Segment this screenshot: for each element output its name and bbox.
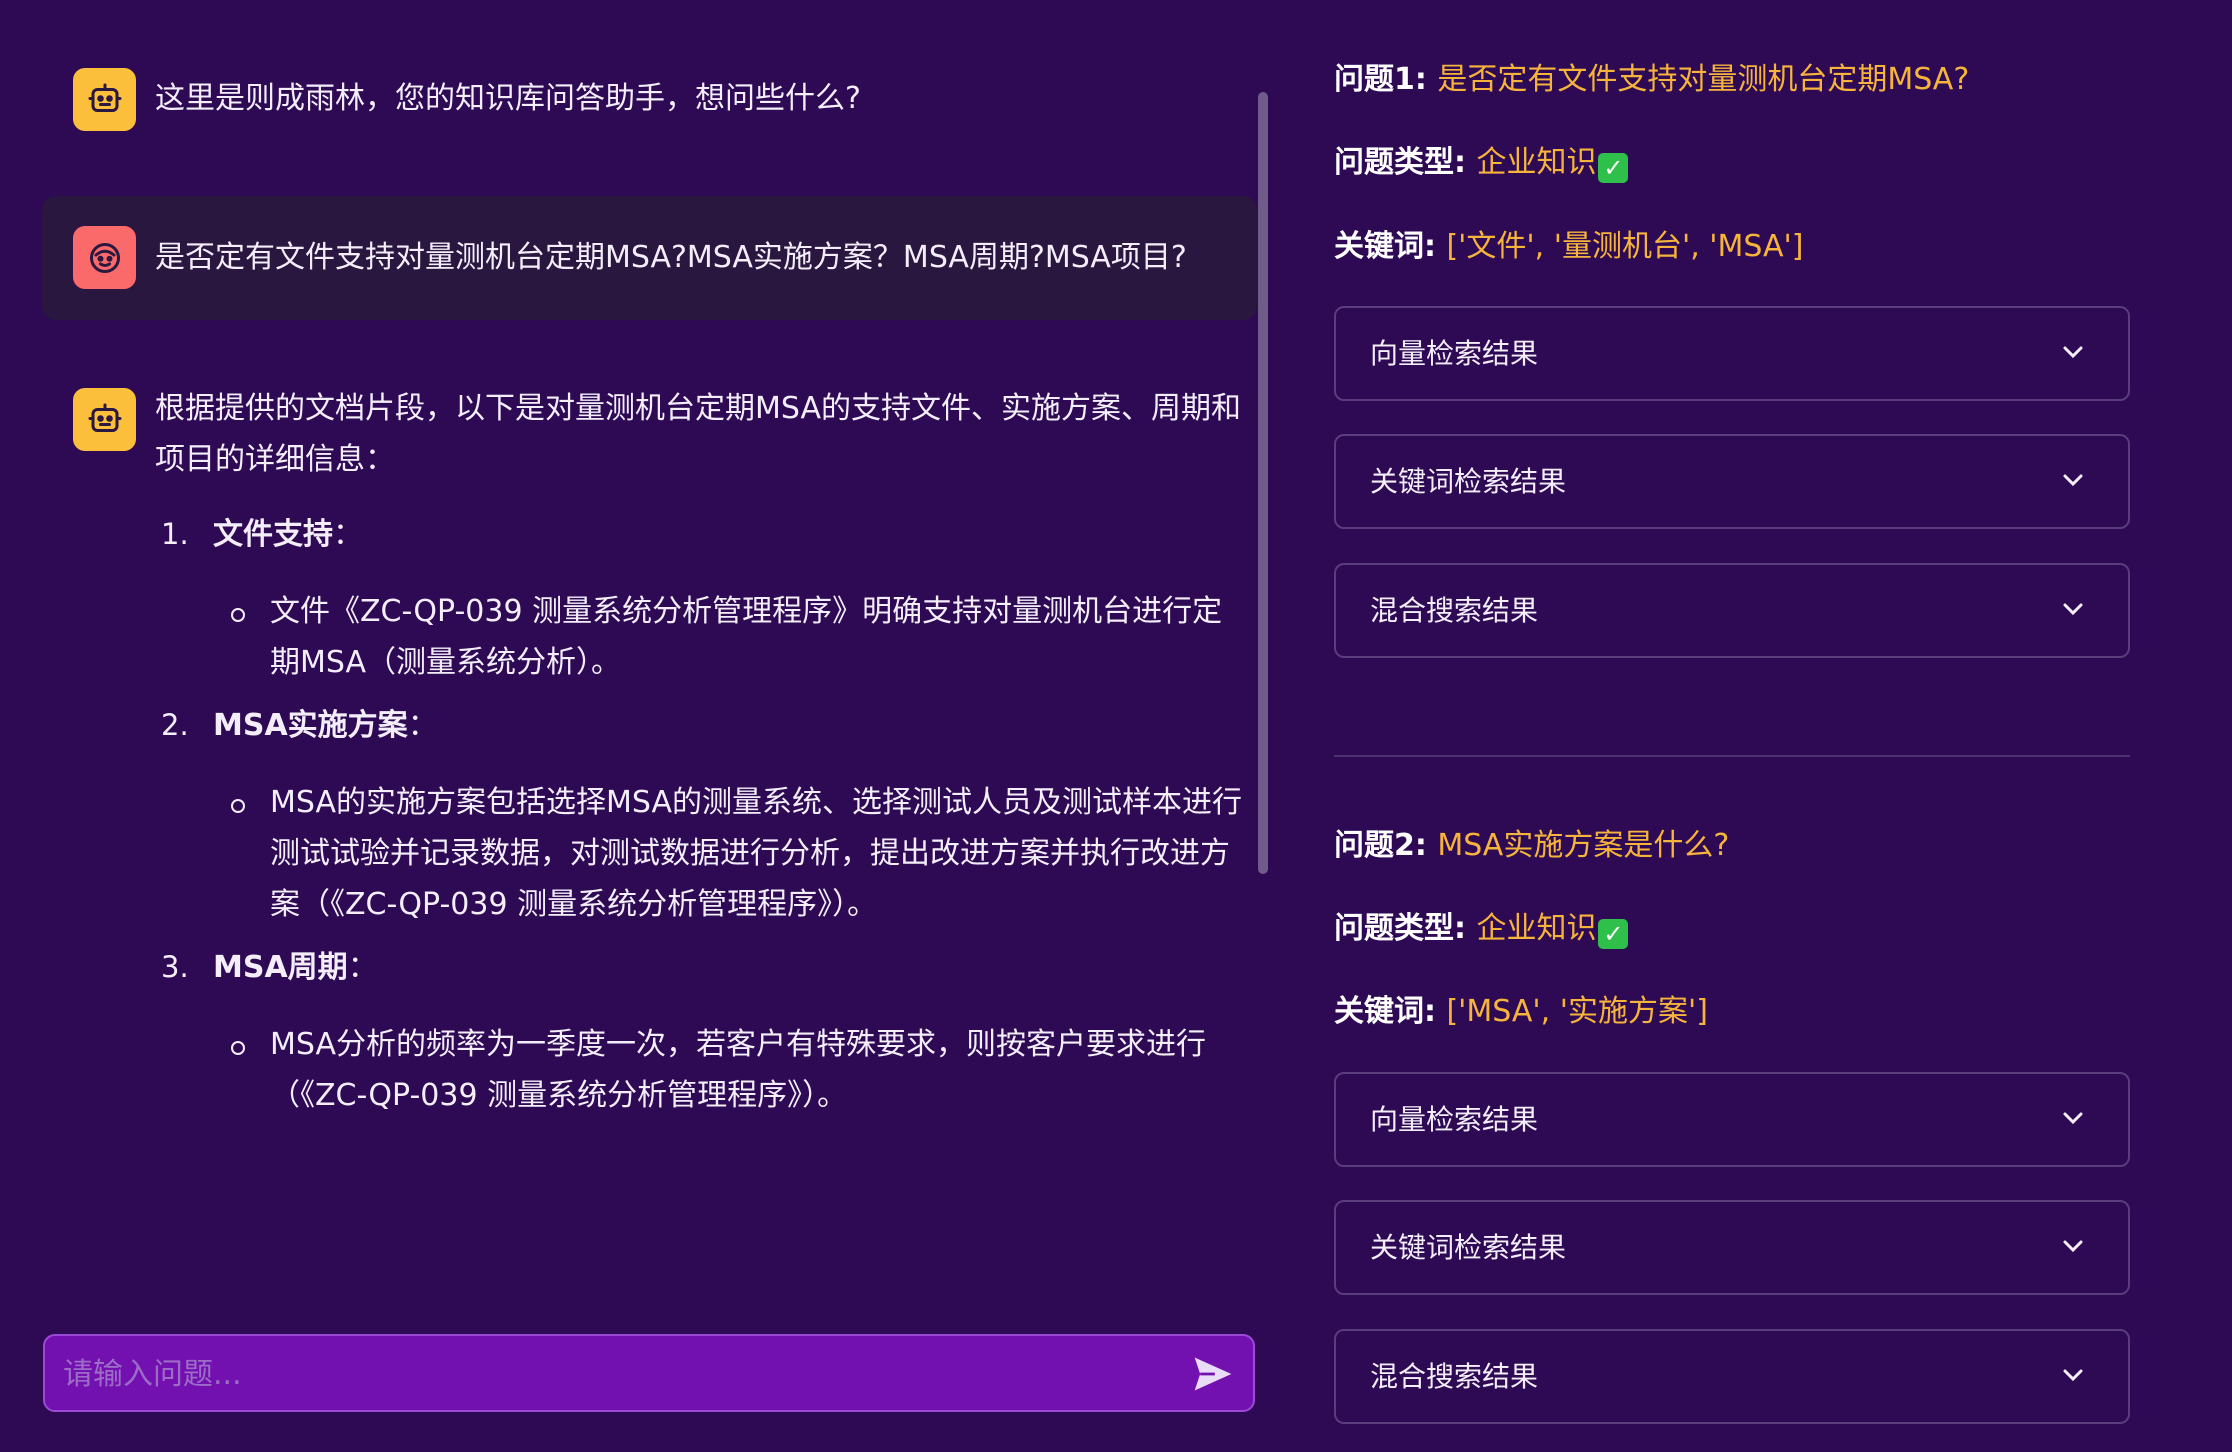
check-mark-icon: ✓ bbox=[1598, 153, 1629, 183]
sub-list: MSA分析的频率为一季度一次，若客户有特殊要求，则按客户要求进行（《ZC-QP-… bbox=[213, 1019, 1249, 1121]
heading-colon: ： bbox=[333, 517, 363, 552]
keywords-label: 关键词 bbox=[1334, 994, 1424, 1029]
question-label: 问题1 bbox=[1334, 62, 1415, 97]
chevron-down-icon bbox=[2063, 1112, 2083, 1125]
type-value: 企业知识 bbox=[1476, 145, 1597, 180]
chevron-down-icon bbox=[2063, 346, 2083, 359]
question-2-title: 问题2: MSA实施方案是什么? bbox=[1334, 828, 1730, 863]
hybrid-search-expander[interactable]: 混合搜索结果 bbox=[1334, 1329, 2130, 1424]
expander-label: 向量检索结果 bbox=[1370, 337, 1539, 370]
question-label: 问题2 bbox=[1334, 828, 1415, 863]
list-heading: 文件支持 bbox=[213, 517, 333, 552]
user-question-text: 是否定有文件支持对量测机台定期MSA?MSA实施方案？MSA周期?MSA项目? bbox=[155, 240, 1187, 275]
bullet-text: MSA的实施方案包括选择MSA的测量系统、选择测试人员及测试样本进行测试试验并记… bbox=[270, 785, 1243, 922]
robot-icon bbox=[73, 68, 136, 131]
list-item: 1. 文件支持： 文件《ZC-QP-039 测量系统分析管理程序》明确支持对量测… bbox=[155, 509, 1249, 688]
expander-label: 关键词检索结果 bbox=[1370, 1231, 1567, 1264]
expander-label: 关键词检索结果 bbox=[1370, 465, 1567, 498]
keywords-value: ['文件', '量测机台', 'MSA'] bbox=[1446, 229, 1804, 264]
assistant-answer-message: 根据提供的文档片段，以下是对量测机台定期MSA的支持文件、实施方案、周期和项目的… bbox=[42, 383, 1257, 1203]
question-2-type: 问题类型: 企业知识 ✓ bbox=[1334, 907, 1629, 951]
list-heading: MSA实施方案 bbox=[213, 708, 408, 743]
chat-panel: 这里是则成雨林，您的知识库问答助手，想问些什么? 是否定有文件支持对量测机台定期… bbox=[42, 50, 1257, 1280]
heading-colon: ： bbox=[407, 708, 438, 743]
paper-plane-send-icon[interactable] bbox=[1191, 1352, 1235, 1396]
question-2-keywords: 关键词: ['MSA', '实施方案'] bbox=[1334, 994, 1708, 1029]
question-text: MSA实施方案是什么? bbox=[1437, 828, 1730, 863]
vector-search-expander[interactable]: 向量检索结果 bbox=[1334, 1072, 2130, 1167]
expander-label: 混合搜索结果 bbox=[1370, 594, 1539, 627]
sub-list-item: 文件《ZC-QP-039 测量系统分析管理程序》明确支持对量测机台进行定期MSA… bbox=[213, 586, 1249, 688]
bullet-text: MSA分析的频率为一季度一次，若客户有特殊要求，则按客户要求进行（《ZC-QP-… bbox=[270, 1027, 1207, 1113]
list-number: 3. bbox=[161, 950, 189, 984]
question-1-title: 问题1: 是否定有文件支持对量测机台定期MSA? bbox=[1334, 62, 1970, 97]
section-divider bbox=[1334, 755, 2130, 757]
check-mark-icon: ✓ bbox=[1598, 919, 1629, 949]
sub-list: MSA的实施方案包括选择MSA的测量系统、选择测试人员及测试样本进行测试试验并记… bbox=[213, 777, 1249, 930]
chevron-down-icon bbox=[2063, 1369, 2083, 1382]
list-heading: MSA周期 bbox=[213, 950, 348, 985]
question-input-box[interactable] bbox=[43, 1334, 1255, 1412]
bullet-text: 文件《ZC-QP-039 测量系统分析管理程序》明确支持对量测机台进行定期MSA… bbox=[270, 594, 1223, 680]
list-item: 3. MSA周期： MSA分析的频率为一季度一次，若客户有特殊要求，则按客户要求… bbox=[155, 942, 1249, 1121]
keywords-value: ['MSA', '实施方案'] bbox=[1446, 994, 1708, 1029]
heading-colon: ： bbox=[347, 950, 378, 985]
question-1-type: 问题类型: 企业知识 ✓ bbox=[1334, 141, 1629, 185]
hybrid-search-expander[interactable]: 混合搜索结果 bbox=[1334, 563, 2130, 658]
keyword-search-expander[interactable]: 关键词检索结果 bbox=[1334, 434, 2130, 529]
send-button[interactable] bbox=[1191, 1352, 1235, 1396]
answer-list: 1. 文件支持： 文件《ZC-QP-039 测量系统分析管理程序》明确支持对量测… bbox=[155, 509, 1249, 1121]
type-label: 问题类型 bbox=[1334, 911, 1454, 946]
vector-search-expander[interactable]: 向量检索结果 bbox=[1334, 306, 2130, 401]
bullet-circle-icon bbox=[231, 1041, 245, 1055]
keyword-search-expander[interactable]: 关键词检索结果 bbox=[1334, 1200, 2130, 1295]
expander-label: 向量检索结果 bbox=[1370, 1103, 1539, 1136]
assistant-greeting-message: 这里是则成雨林，您的知识库问答助手，想问些什么? bbox=[42, 50, 1257, 140]
question-1-keywords: 关键词: ['文件', '量测机台', 'MSA'] bbox=[1334, 229, 1804, 264]
greeting-text: 这里是则成雨林，您的知识库问答助手，想问些什么? bbox=[155, 81, 861, 116]
robot-icon bbox=[73, 388, 136, 451]
question-input[interactable] bbox=[61, 1336, 1165, 1412]
answer-body: 根据提供的文档片段，以下是对量测机台定期MSA的支持文件、实施方案、周期和项目的… bbox=[155, 383, 1249, 1133]
expander-label: 混合搜索结果 bbox=[1370, 1360, 1539, 1393]
user-question-message: 是否定有文件支持对量测机台定期MSA?MSA实施方案？MSA周期?MSA项目? bbox=[42, 196, 1257, 320]
list-number: 2. bbox=[161, 708, 189, 742]
sub-list-item: MSA分析的频率为一季度一次，若客户有特殊要求，则按客户要求进行（《ZC-QP-… bbox=[213, 1019, 1249, 1121]
answer-intro: 根据提供的文档片段，以下是对量测机台定期MSA的支持文件、实施方案、周期和项目的… bbox=[155, 391, 1242, 477]
chat-scrollbar[interactable] bbox=[1258, 92, 1268, 874]
keywords-label: 关键词 bbox=[1334, 229, 1424, 264]
chevron-down-icon bbox=[2063, 1240, 2083, 1253]
smiley-face-icon bbox=[73, 226, 136, 289]
sub-list-item: MSA的实施方案包括选择MSA的测量系统、选择测试人员及测试样本进行测试试验并记… bbox=[213, 777, 1249, 930]
chevron-down-icon bbox=[2063, 603, 2083, 616]
list-item: 2. MSA实施方案： MSA的实施方案包括选择MSA的测量系统、选择测试人员及… bbox=[155, 700, 1249, 930]
sub-list: 文件《ZC-QP-039 测量系统分析管理程序》明确支持对量测机台进行定期MSA… bbox=[213, 586, 1249, 688]
list-number: 1. bbox=[161, 517, 189, 551]
question-text: 是否定有文件支持对量测机台定期MSA? bbox=[1437, 62, 1970, 97]
chevron-down-icon bbox=[2063, 474, 2083, 487]
bullet-circle-icon bbox=[231, 799, 245, 813]
type-label: 问题类型 bbox=[1334, 145, 1454, 180]
bullet-circle-icon bbox=[231, 608, 245, 622]
type-value: 企业知识 bbox=[1476, 911, 1597, 946]
